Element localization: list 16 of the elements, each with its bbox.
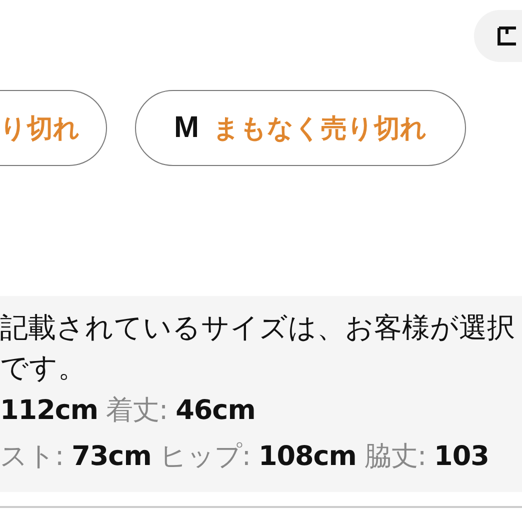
size-option[interactable]: M まもなく売り切れ <box>135 90 466 166</box>
measure-value: 112cm <box>0 394 98 428</box>
size-note: です。 <box>0 350 87 386</box>
measure-value: 73cm <box>72 440 152 474</box>
measure-label: 着丈: <box>106 394 168 428</box>
measure-label: ヒップ: <box>159 440 250 474</box>
measure-value: 103 <box>434 440 489 474</box>
stock-status: まもなく売り切れ <box>213 112 427 144</box>
measure-label: 脇丈: <box>364 440 426 474</box>
size-note: 記載されているサイズは、お客様が選択 <box>0 310 516 346</box>
measure-value: 46cm <box>176 394 256 428</box>
measure-label: スト: <box>0 440 64 474</box>
share-button[interactable] <box>474 10 522 62</box>
size-label: M <box>174 111 199 145</box>
stock-status: り切れ <box>0 112 80 144</box>
measure-value: 108cm <box>258 440 356 474</box>
